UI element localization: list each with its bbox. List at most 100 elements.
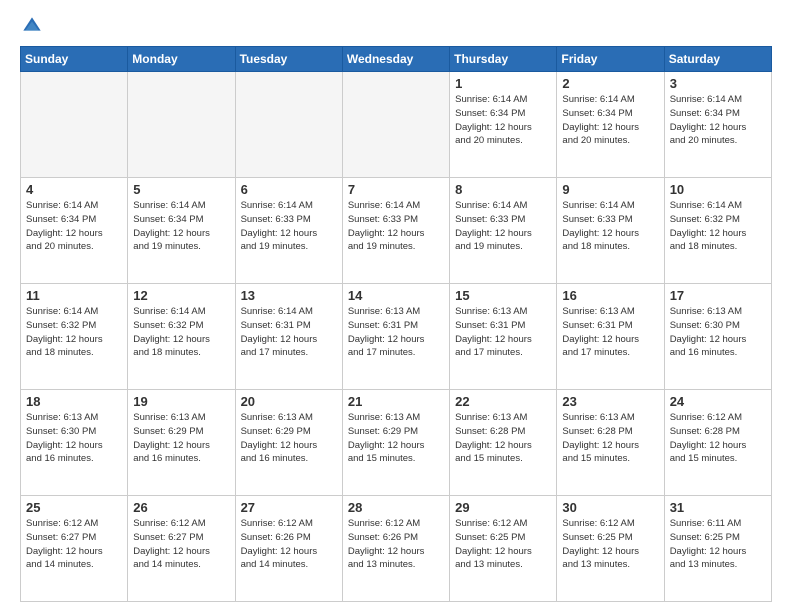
day-number: 12 bbox=[133, 288, 229, 303]
calendar-cell: 12Sunrise: 6:14 AM Sunset: 6:32 PM Dayli… bbox=[128, 284, 235, 390]
calendar-cell: 21Sunrise: 6:13 AM Sunset: 6:29 PM Dayli… bbox=[342, 390, 449, 496]
day-info: Sunrise: 6:14 AM Sunset: 6:32 PM Dayligh… bbox=[670, 199, 766, 254]
calendar-cell: 7Sunrise: 6:14 AM Sunset: 6:33 PM Daylig… bbox=[342, 178, 449, 284]
day-number: 24 bbox=[670, 394, 766, 409]
day-number: 26 bbox=[133, 500, 229, 515]
day-number: 22 bbox=[455, 394, 551, 409]
day-info: Sunrise: 6:14 AM Sunset: 6:34 PM Dayligh… bbox=[133, 199, 229, 254]
calendar-cell: 19 Sunrise: 6:13 AM Sunset: 6:29 PM Dayli… bbox=[128, 390, 235, 496]
day-info: Sunrise: 6:14 AM Sunset: 6:34 PM Dayligh… bbox=[455, 93, 551, 148]
day-info: Sunrise: 6:12 AM Sunset: 6:28 PM Dayligh… bbox=[670, 411, 766, 466]
calendar-cell: 16 Sunrise: 6:13 AM Sunset: 6:31 PM Dayli… bbox=[557, 284, 664, 390]
calendar-cell bbox=[235, 72, 342, 178]
day-number: 15 bbox=[455, 288, 551, 303]
day-number: 4 bbox=[26, 182, 122, 197]
day-info: Sunrise: 6:13 AM Sunset: 6:31 PM Dayligh… bbox=[562, 305, 658, 360]
day-info: Sunrise: 6:12 AM Sunset: 6:25 PM Dayligh… bbox=[562, 517, 658, 572]
day-header-wednesday: Wednesday bbox=[342, 47, 449, 72]
day-number: 5 bbox=[133, 182, 229, 197]
calendar-cell: 6Sunrise: 6:14 AM Sunset: 6:33 PM Daylig… bbox=[235, 178, 342, 284]
day-info: Sunrise: 6:13 AM Sunset: 6:29 PM Dayligh… bbox=[241, 411, 337, 466]
calendar-cell: 26 Sunrise: 6:12 AM Sunset: 6:27 PM Dayli… bbox=[128, 496, 235, 602]
day-number: 7 bbox=[348, 182, 444, 197]
day-number: 27 bbox=[241, 500, 337, 515]
day-info: Sunrise: 6:13 AM Sunset: 6:30 PM Dayligh… bbox=[670, 305, 766, 360]
day-number: 30 bbox=[562, 500, 658, 515]
day-number: 25 bbox=[26, 500, 122, 515]
calendar-cell: 29 Sunrise: 6:12 AM Sunset: 6:25 PM Dayli… bbox=[450, 496, 557, 602]
calendar-cell bbox=[21, 72, 128, 178]
week-row-2: 11 Sunrise: 6:14 AM Sunset: 6:32 PM Dayli… bbox=[21, 284, 772, 390]
day-number: 16 bbox=[562, 288, 658, 303]
day-number: 23 bbox=[562, 394, 658, 409]
calendar-cell: 2 Sunrise: 6:14 AM Sunset: 6:34 PM Daylig… bbox=[557, 72, 664, 178]
calendar-cell: 15 Sunrise: 6:13 AM Sunset: 6:31 PM Dayli… bbox=[450, 284, 557, 390]
day-info: Sunrise: 6:12 AM Sunset: 6:27 PM Dayligh… bbox=[133, 517, 229, 572]
day-header-saturday: Saturday bbox=[664, 47, 771, 72]
day-number: 29 bbox=[455, 500, 551, 515]
day-header-friday: Friday bbox=[557, 47, 664, 72]
day-number: 11 bbox=[26, 288, 122, 303]
week-row-3: 18 Sunrise: 6:13 AM Sunset: 6:30 PM Dayli… bbox=[21, 390, 772, 496]
day-info: Sunrise: 6:13 AM Sunset: 6:29 PM Dayligh… bbox=[348, 411, 444, 466]
week-row-1: 4 Sunrise: 6:14 AM Sunset: 6:34 PM Daylig… bbox=[21, 178, 772, 284]
day-number: 18 bbox=[26, 394, 122, 409]
calendar-header-row: SundayMondayTuesdayWednesdayThursdayFrid… bbox=[21, 47, 772, 72]
page: SundayMondayTuesdayWednesdayThursdayFrid… bbox=[0, 0, 792, 612]
calendar-cell: 14 Sunrise: 6:13 AM Sunset: 6:31 PM Dayli… bbox=[342, 284, 449, 390]
calendar-cell: 30 Sunrise: 6:12 AM Sunset: 6:25 PM Dayli… bbox=[557, 496, 664, 602]
day-number: 13 bbox=[241, 288, 337, 303]
day-info: Sunrise: 6:13 AM Sunset: 6:28 PM Dayligh… bbox=[455, 411, 551, 466]
calendar-cell: 9 Sunrise: 6:14 AM Sunset: 6:33 PM Daylig… bbox=[557, 178, 664, 284]
day-info: Sunrise: 6:14 AM Sunset: 6:34 PM Dayligh… bbox=[562, 93, 658, 148]
day-number: 2 bbox=[562, 76, 658, 91]
calendar-cell: 1 Sunrise: 6:14 AM Sunset: 6:34 PM Daylig… bbox=[450, 72, 557, 178]
day-info: Sunrise: 6:13 AM Sunset: 6:29 PM Dayligh… bbox=[133, 411, 229, 466]
calendar-table: SundayMondayTuesdayWednesdayThursdayFrid… bbox=[20, 46, 772, 602]
calendar-cell: 22 Sunrise: 6:13 AM Sunset: 6:28 PM Dayli… bbox=[450, 390, 557, 496]
day-number: 20 bbox=[241, 394, 337, 409]
day-info: Sunrise: 6:14 AM Sunset: 6:34 PM Dayligh… bbox=[670, 93, 766, 148]
day-number: 19 bbox=[133, 394, 229, 409]
calendar-cell: 13 Sunrise: 6:14 AM Sunset: 6:31 PM Dayli… bbox=[235, 284, 342, 390]
day-header-tuesday: Tuesday bbox=[235, 47, 342, 72]
day-info: Sunrise: 6:12 AM Sunset: 6:26 PM Dayligh… bbox=[241, 517, 337, 572]
day-number: 6 bbox=[241, 182, 337, 197]
day-header-sunday: Sunday bbox=[21, 47, 128, 72]
logo bbox=[20, 16, 42, 36]
calendar-cell: 3 Sunrise: 6:14 AM Sunset: 6:34 PM Daylig… bbox=[664, 72, 771, 178]
day-number: 9 bbox=[562, 182, 658, 197]
calendar-cell: 25Sunrise: 6:12 AM Sunset: 6:27 PM Dayli… bbox=[21, 496, 128, 602]
calendar-cell: 4 Sunrise: 6:14 AM Sunset: 6:34 PM Daylig… bbox=[21, 178, 128, 284]
calendar-cell: 23 Sunrise: 6:13 AM Sunset: 6:28 PM Dayli… bbox=[557, 390, 664, 496]
day-info: Sunrise: 6:14 AM Sunset: 6:33 PM Dayligh… bbox=[455, 199, 551, 254]
week-row-4: 25 Sunrise: 6:12 AM Sunset: 6:27 PM Dayli… bbox=[21, 496, 772, 602]
calendar-cell: 27 Sunrise: 6:12 AM Sunset: 6:26 PM Dayli… bbox=[235, 496, 342, 602]
day-number: 14 bbox=[348, 288, 444, 303]
day-info: Sunrise: 6:12 AM Sunset: 6:25 PM Dayligh… bbox=[455, 517, 551, 572]
calendar-cell bbox=[342, 72, 449, 178]
day-info: Sunrise: 6:12 AM Sunset: 6:26 PM Dayligh… bbox=[348, 517, 444, 572]
logo-icon bbox=[22, 16, 42, 36]
day-info: Sunrise: 6:13 AM Sunset: 6:30 PM Dayligh… bbox=[26, 411, 122, 466]
day-info: Sunrise: 6:13 AM Sunset: 6:31 PM Dayligh… bbox=[348, 305, 444, 360]
day-number: 10 bbox=[670, 182, 766, 197]
day-number: 3 bbox=[670, 76, 766, 91]
day-info: Sunrise: 6:13 AM Sunset: 6:31 PM Dayligh… bbox=[455, 305, 551, 360]
calendar-cell: 8Sunrise: 6:14 AM Sunset: 6:33 PM Daylig… bbox=[450, 178, 557, 284]
day-info: Sunrise: 6:14 AM Sunset: 6:33 PM Dayligh… bbox=[562, 199, 658, 254]
calendar-cell: 24 Sunrise: 6:12 AM Sunset: 6:28 PM Dayli… bbox=[664, 390, 771, 496]
day-info: Sunrise: 6:11 AM Sunset: 6:25 PM Dayligh… bbox=[670, 517, 766, 572]
day-info: Sunrise: 6:14 AM Sunset: 6:32 PM Dayligh… bbox=[26, 305, 122, 360]
day-number: 17 bbox=[670, 288, 766, 303]
day-number: 1 bbox=[455, 76, 551, 91]
day-info: Sunrise: 6:14 AM Sunset: 6:34 PM Dayligh… bbox=[26, 199, 122, 254]
calendar-cell bbox=[128, 72, 235, 178]
day-info: Sunrise: 6:14 AM Sunset: 6:31 PM Dayligh… bbox=[241, 305, 337, 360]
day-number: 28 bbox=[348, 500, 444, 515]
calendar-cell: 11 Sunrise: 6:14 AM Sunset: 6:32 PM Dayli… bbox=[21, 284, 128, 390]
header bbox=[20, 16, 772, 36]
day-info: Sunrise: 6:13 AM Sunset: 6:28 PM Dayligh… bbox=[562, 411, 658, 466]
calendar-cell: 10 Sunrise: 6:14 AM Sunset: 6:32 PM Dayli… bbox=[664, 178, 771, 284]
day-header-monday: Monday bbox=[128, 47, 235, 72]
